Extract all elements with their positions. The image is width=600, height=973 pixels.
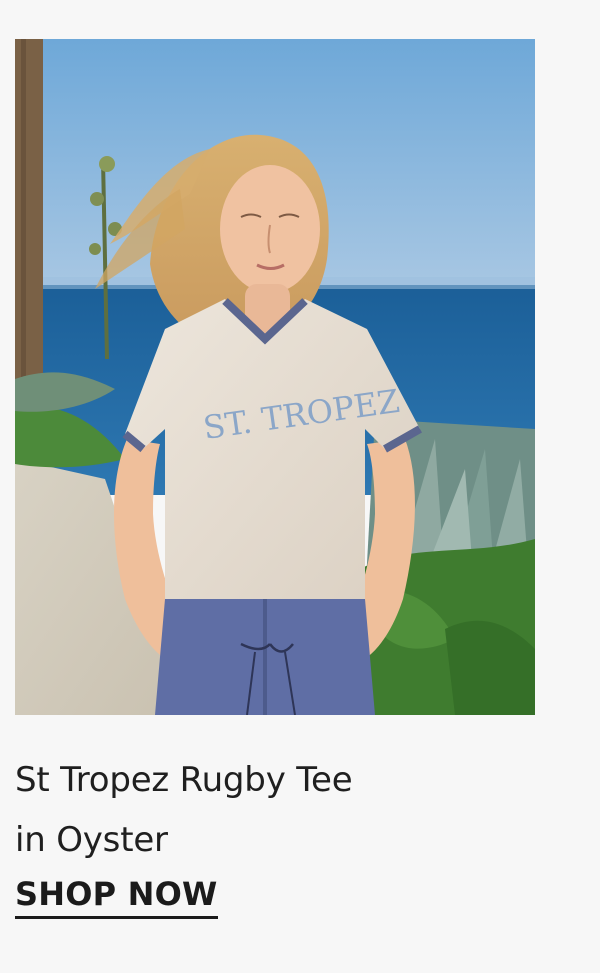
product-title-line-1: St Tropez Rugby Tee xyxy=(15,759,353,800)
palm-trunk xyxy=(15,39,43,409)
product-illustration: ST. TROPEZ xyxy=(15,39,535,715)
product-photo[interactable]: ST. TROPEZ xyxy=(15,39,535,715)
shop-now-link[interactable]: SHOP NOW xyxy=(15,872,218,919)
product-card: ST. TROPEZ St Tropez Rugby Tee in Oyster… xyxy=(0,0,600,973)
product-title-line-2: in Oyster xyxy=(15,819,168,860)
product-title: St Tropez Rugby Tee in Oyster xyxy=(15,750,555,870)
